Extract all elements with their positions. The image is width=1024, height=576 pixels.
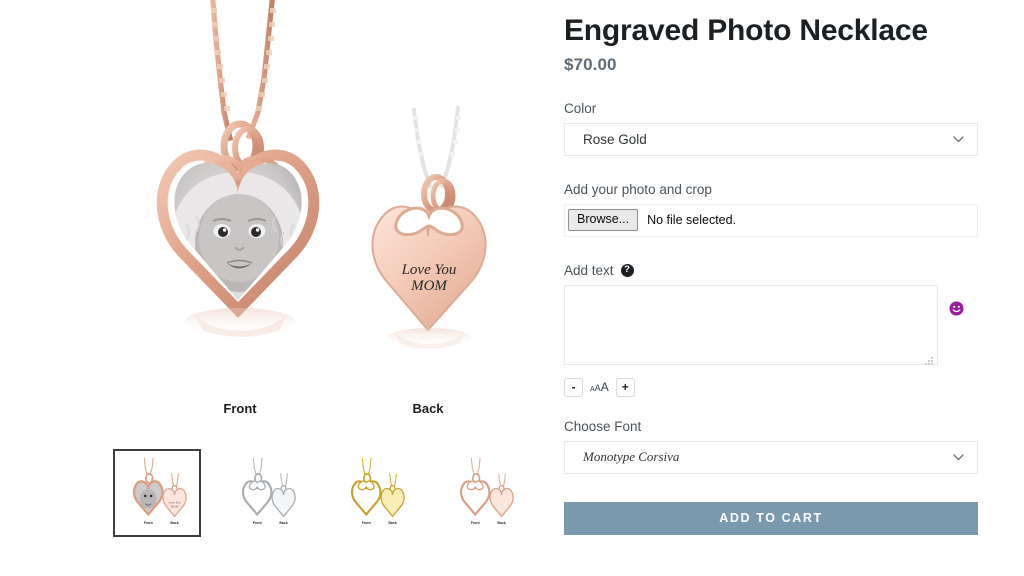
file-status-text: No file selected. [647, 213, 737, 227]
thumbnail-rose-gold[interactable]: Front Back [440, 449, 528, 537]
product-gallery: Love You MOM Front Back Love You MOM Fro… [0, 0, 552, 576]
font-select[interactable]: Monotype Corsiva [564, 440, 978, 474]
svg-text:Front: Front [362, 521, 372, 525]
product-details-panel: Engraved Photo Necklace $70.00 Color Ros… [552, 0, 1024, 576]
thumbnail-rose-gold-photo[interactable]: Love You MOM Front Back [113, 449, 201, 537]
color-select-wrap: Rose Gold [564, 122, 978, 156]
svg-text:Front: Front [471, 521, 481, 525]
add-text-input[interactable] [564, 284, 938, 365]
svg-text:Back: Back [497, 521, 505, 525]
hero-back-label: Back [412, 401, 444, 416]
hero-engraving-line1: Love You [401, 262, 457, 278]
thumbnail-gold[interactable]: Front Back [331, 449, 419, 537]
smiley-face-icon[interactable] [949, 301, 964, 316]
font-size-controls: - AAA + [564, 377, 978, 397]
page-title: Engraved Photo Necklace [564, 14, 928, 47]
svg-text:Front: Front [144, 521, 154, 525]
svg-text:Back: Back [170, 521, 178, 525]
increase-font-size-button[interactable]: + [615, 377, 635, 397]
photo-upload-label: Add your photo and crop [564, 181, 712, 197]
font-size-indicator: AAA [590, 380, 609, 394]
svg-text:Front: Front [253, 521, 263, 525]
font-select-wrap: Monotype Corsiva [564, 440, 978, 474]
add-text-label-row: Add text ? [564, 263, 978, 278]
photo-file-input[interactable]: Browse... No file selected. [564, 203, 978, 237]
browse-button[interactable]: Browse... [568, 208, 639, 232]
add-text-label: Add text [564, 262, 614, 278]
add-to-cart-button[interactable]: ADD TO CART [564, 501, 978, 535]
help-icon[interactable]: ? [620, 263, 634, 277]
hero-engraving-line2: MOM [410, 278, 448, 294]
svg-text:Back: Back [279, 521, 287, 525]
product-page: Love You MOM Front Back Love You MOM Fro… [0, 0, 1024, 576]
font-size-indicator-large: A [600, 380, 609, 394]
svg-text:MOM: MOM [170, 505, 179, 509]
color-select[interactable]: Rose Gold [564, 122, 978, 156]
product-price: $70.00 [564, 54, 617, 74]
color-label: Color [564, 100, 597, 116]
hero-product-image[interactable]: Love You MOM Front Back [0, 0, 552, 440]
hero-front-label: Front [223, 401, 257, 416]
add-text-row [564, 284, 978, 365]
thumbnail-strip: Love You MOM Front Back Front Back Front… [113, 449, 553, 537]
decrease-font-size-button[interactable]: - [564, 377, 583, 397]
choose-font-label: Choose Font [564, 418, 642, 434]
font-select-value: Monotype Corsiva [583, 449, 680, 464]
svg-text:Back: Back [388, 521, 396, 525]
thumbnail-silver[interactable]: Front Back [222, 449, 310, 537]
color-select-value: Rose Gold [583, 131, 647, 147]
